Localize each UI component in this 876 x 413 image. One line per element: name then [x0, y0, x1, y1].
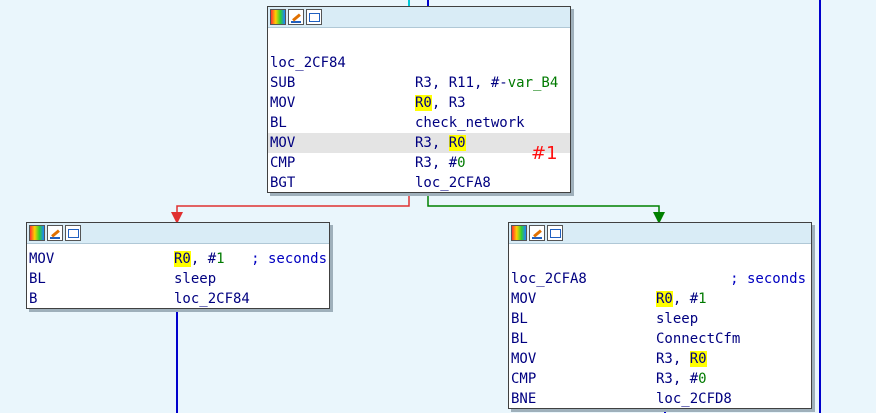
- block-body: loc_2CFA8 ; seconds MOV R0, #1 BL sleep BL Conn…: [509, 244, 811, 409]
- instruction-line[interactable]: MOV R0, R3: [268, 93, 570, 113]
- operands: loc_2CFD8: [656, 391, 732, 407]
- operands: check_network: [415, 115, 525, 131]
- instruction-line[interactable]: MOV R0, #1 ; seconds: [27, 249, 329, 269]
- immediate-value: 1: [698, 291, 707, 307]
- operands: sleep: [174, 271, 217, 287]
- block-body: MOV R0, #1 ; seconds BL sleep Bloc_2CF84: [27, 244, 329, 309]
- mnemonic: MOV: [270, 135, 296, 151]
- operands: R0, #1: [174, 251, 225, 267]
- mnemonic: MOV: [29, 251, 55, 267]
- mnemonic: B: [29, 291, 38, 307]
- graph-icon[interactable]: [306, 9, 322, 25]
- mnemonic: CMP: [511, 371, 537, 387]
- operands: ConnectCfm: [656, 331, 741, 347]
- instruction-line[interactable]: Bloc_2CF84: [27, 289, 329, 309]
- operands: R0, #1: [656, 291, 707, 307]
- color-icon[interactable]: [29, 225, 45, 241]
- immediate-value: var_B4: [507, 75, 559, 91]
- instruction-line[interactable]: MOV R3, R0: [268, 133, 570, 153]
- code-block-loc_2CFA8[interactable]: loc_2CFA8 ; seconds MOV R0, #1 BL sleep BL Conn…: [508, 222, 812, 409]
- instruction-line[interactable]: BNE loc_2CFD8: [509, 389, 811, 409]
- mnemonic: loc_2CFA8: [511, 271, 587, 287]
- operands: R0, R3: [415, 95, 466, 111]
- instruction-line[interactable]: CMP R3, #0: [509, 369, 811, 389]
- instruction-line[interactable]: SUB R3, R11, #-var_B4: [268, 73, 570, 93]
- operands: R3, #0: [656, 371, 707, 387]
- block-titlebar: [509, 223, 811, 244]
- register-r0[interactable]: R0: [448, 135, 466, 151]
- mnemonic: BL: [270, 115, 287, 131]
- instruction-line[interactable]: CMP R3, #0: [268, 153, 570, 173]
- instruction-line[interactable]: BL check_network: [268, 113, 570, 133]
- instruction-line[interactable]: BL ConnectCfm: [509, 329, 811, 349]
- register-r0[interactable]: R0: [415, 95, 432, 111]
- graph-icon[interactable]: [547, 225, 563, 241]
- instruction-line[interactable]: MOV R0, #1: [509, 289, 811, 309]
- comment: ; seconds: [251, 251, 327, 267]
- mnemonic: MOV: [511, 351, 537, 367]
- code-block-loc_2CF84[interactable]: loc_2CF84 SUB R3, R11, #-var_B4 MOV R0, R3 BL…: [267, 6, 571, 193]
- register-r0[interactable]: R0: [174, 251, 191, 267]
- immediate-value: 0: [457, 155, 466, 171]
- register-r0[interactable]: R0: [689, 351, 707, 367]
- color-icon[interactable]: [270, 9, 286, 25]
- annotation-label: #1: [531, 143, 558, 164]
- operands: sleep: [656, 311, 699, 327]
- instruction-line[interactable]: loc_2CFA8 ; seconds: [509, 269, 811, 289]
- mnemonic: CMP: [270, 155, 296, 171]
- block-titlebar: [27, 223, 329, 244]
- mnemonic: BNE: [511, 391, 537, 407]
- operands: loc_2CFA8: [415, 175, 491, 191]
- operands: R3, R0: [656, 351, 707, 367]
- mnemonic: loc_2CF84: [270, 55, 346, 71]
- block-titlebar: [268, 7, 570, 28]
- mnemonic: MOV: [511, 291, 537, 307]
- rename-icon[interactable]: [288, 9, 304, 25]
- rename-icon[interactable]: [47, 225, 63, 241]
- instruction-line[interactable]: MOV R3, R0: [509, 349, 811, 369]
- mnemonic: MOV: [270, 95, 296, 111]
- register-r0[interactable]: R0: [656, 291, 673, 307]
- operands: R3, #0: [415, 155, 466, 171]
- mnemonic: BL: [29, 271, 46, 287]
- operands: R3, R0: [415, 135, 466, 151]
- instruction-line[interactable]: [509, 249, 811, 269]
- operands: loc_2CF84: [174, 291, 250, 307]
- edge-false-branch: [171, 192, 410, 224]
- mnemonic: BGT: [270, 175, 296, 191]
- mnemonic: SUB: [270, 75, 296, 91]
- rename-icon[interactable]: [529, 225, 545, 241]
- instruction-line[interactable]: loc_2CF84: [268, 53, 570, 73]
- instruction-line[interactable]: [268, 33, 570, 53]
- operands: R3, R11, #-var_B4: [415, 75, 559, 91]
- instruction-line[interactable]: BL sleep: [509, 309, 811, 329]
- color-icon[interactable]: [511, 225, 527, 241]
- immediate-value: 0: [698, 371, 707, 387]
- instruction-line[interactable]: BGT loc_2CFA8: [268, 173, 570, 193]
- immediate-value: 1: [216, 251, 225, 267]
- comment: ; seconds: [730, 271, 806, 287]
- edge-true-branch: [427, 192, 665, 224]
- block-body: loc_2CF84 SUB R3, R11, #-var_B4 MOV R0, R3 BL…: [268, 28, 570, 193]
- graph-icon[interactable]: [65, 225, 81, 241]
- code-block-sleep-loop[interactable]: MOV R0, #1 ; seconds BL sleep Bloc_2CF84: [26, 222, 330, 309]
- instruction-line[interactable]: BL sleep: [27, 269, 329, 289]
- mnemonic: BL: [511, 331, 528, 347]
- mnemonic: BL: [511, 311, 528, 327]
